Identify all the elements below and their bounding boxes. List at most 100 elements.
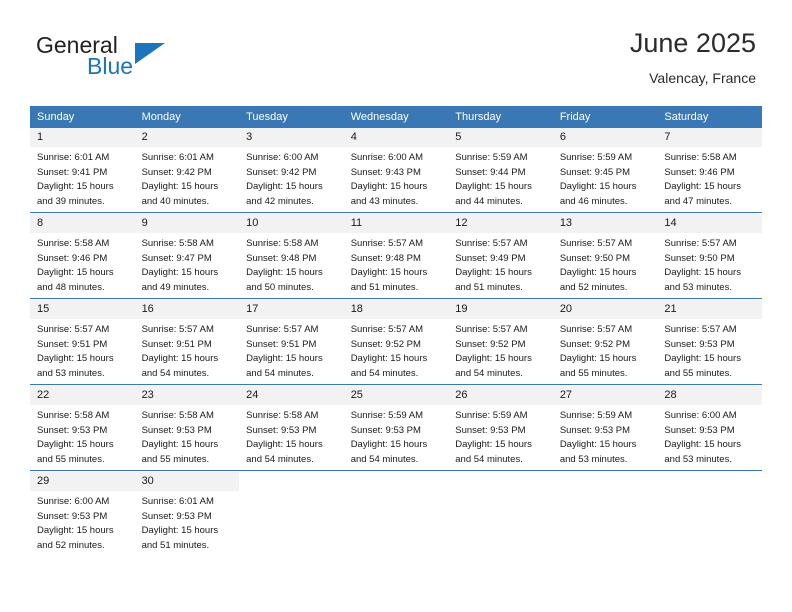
sunset-text: Sunset: 9:42 PM xyxy=(141,166,212,178)
daylight-text: Daylight: 15 hours and 51 minutes. xyxy=(141,525,219,551)
day-number: 3 xyxy=(239,128,344,147)
day-cell[interactable]: 4 Sunrise: 6:00 AM Sunset: 9:43 PM Daylight… xyxy=(343,128,449,213)
sunrise-text: Sunrise: 5:59 AM xyxy=(559,410,633,421)
daylight-text: Daylight: 15 hours and 53 minutes. xyxy=(664,439,741,465)
day-cell[interactable]: 25 Sunrise: 5:59 AM Sunset: 9:53 PM Dayligh… xyxy=(343,386,449,471)
calendar-body: 1 Sunrise: 6:01 AM Sunset: 9:41 PM Daylight… xyxy=(30,128,762,556)
day-cell[interactable]: 18 Sunrise: 5:57 AM Sunset: 9:52 PM Dayligh… xyxy=(343,300,449,385)
day-cell-empty xyxy=(344,472,449,556)
day-cell-empty xyxy=(239,472,344,556)
day-details: Sunrise: 5:59 AM Sunset: 9:53 PM Daylight:… xyxy=(344,405,449,467)
day-cell[interactable]: 11 Sunrise: 5:57 AM Sunset: 9:48 PM Dayligh… xyxy=(343,214,449,299)
day-number xyxy=(239,472,344,478)
day-number: 24 xyxy=(239,386,344,405)
day-cell[interactable]: 27 Sunrise: 5:59 AM Sunset: 9:53 PM Dayligh… xyxy=(552,386,658,471)
day-cell[interactable]: 17 Sunrise: 5:57 AM Sunset: 9:51 PM Dayligh… xyxy=(239,300,344,385)
day-number: 28 xyxy=(657,386,762,405)
day-details: Sunrise: 5:57 AM Sunset: 9:52 PM Daylight:… xyxy=(553,319,658,381)
day-cell[interactable]: 8 Sunrise: 5:58 AM Sunset: 9:46 PM Daylight… xyxy=(30,214,135,299)
sunset-text: Sunset: 9:53 PM xyxy=(246,424,317,436)
sunset-text: Sunset: 9:53 PM xyxy=(664,338,735,350)
day-number: 11 xyxy=(343,214,449,233)
daylight-text: Daylight: 15 hours and 50 minutes. xyxy=(246,267,323,293)
day-number xyxy=(553,472,658,478)
day-details: Sunrise: 5:57 AM Sunset: 9:52 PM Daylight:… xyxy=(448,319,553,381)
brand-logo[interactable]: General Blue xyxy=(36,32,246,94)
day-cell[interactable]: 22 Sunrise: 5:58 AM Sunset: 9:53 PM Dayligh… xyxy=(30,386,135,471)
daylight-text: Daylight: 15 hours and 48 minutes. xyxy=(37,267,114,293)
sunrise-text: Sunrise: 5:59 AM xyxy=(350,410,424,421)
day-cell[interactable]: 26 Sunrise: 5:59 AM Sunset: 9:53 PM Dayligh… xyxy=(448,386,553,471)
day-cell[interactable]: 14 Sunrise: 5:57 AM Sunset: 9:50 PM Dayligh… xyxy=(657,214,762,299)
sunset-text: Sunset: 9:51 PM xyxy=(37,338,108,350)
day-details: Sunrise: 5:57 AM Sunset: 9:51 PM Daylight:… xyxy=(30,319,135,381)
sunset-text: Sunset: 9:42 PM xyxy=(246,166,317,178)
day-number: 2 xyxy=(134,128,240,147)
sunset-text: Sunset: 9:53 PM xyxy=(37,510,108,522)
day-cell[interactable]: 20 Sunrise: 5:57 AM Sunset: 9:52 PM Dayligh… xyxy=(552,300,658,385)
sunrise-text: Sunrise: 6:00 AM xyxy=(664,410,737,421)
day-cell[interactable]: 15 Sunrise: 5:57 AM Sunset: 9:51 PM Dayligh… xyxy=(30,300,135,385)
day-cell[interactable]: 28 Sunrise: 6:00 AM Sunset: 9:53 PM Dayligh… xyxy=(657,386,762,471)
daylight-text: Daylight: 15 hours and 54 minutes. xyxy=(141,353,219,379)
day-cell[interactable]: 10 Sunrise: 5:58 AM Sunset: 9:48 PM Dayligh… xyxy=(239,214,344,299)
sunset-text: Sunset: 9:51 PM xyxy=(141,338,212,350)
day-number: 4 xyxy=(343,128,449,147)
day-cell[interactable]: 16 Sunrise: 5:57 AM Sunset: 9:51 PM Dayligh… xyxy=(134,300,240,385)
sunset-text: Sunset: 9:52 PM xyxy=(559,338,631,350)
weekday-header-friday: Friday xyxy=(552,106,658,128)
day-number: 18 xyxy=(343,300,449,319)
day-number: 8 xyxy=(30,214,135,233)
day-cell[interactable]: 3 Sunrise: 6:00 AM Sunset: 9:42 PM Daylight… xyxy=(239,128,344,213)
daylight-text: Daylight: 15 hours and 46 minutes. xyxy=(559,181,637,207)
sunset-text: Sunset: 9:50 PM xyxy=(559,252,631,264)
daylight-text: Daylight: 15 hours and 54 minutes. xyxy=(246,439,323,465)
day-cell[interactable]: 7 Sunrise: 5:58 AM Sunset: 9:46 PM Daylight… xyxy=(657,128,762,213)
day-details: Sunrise: 5:57 AM Sunset: 9:49 PM Daylight:… xyxy=(448,233,553,295)
day-details: Sunrise: 6:00 AM Sunset: 9:53 PM Daylight:… xyxy=(30,491,135,553)
day-cell[interactable]: 2 Sunrise: 6:01 AM Sunset: 9:42 PM Daylight… xyxy=(134,128,240,213)
sunrise-text: Sunrise: 5:58 AM xyxy=(141,410,214,421)
week-row: 1 Sunrise: 6:01 AM Sunset: 9:41 PM Daylight… xyxy=(30,128,762,213)
day-cell[interactable]: 5 Sunrise: 5:59 AM Sunset: 9:44 PM Daylight… xyxy=(448,128,553,213)
day-cell[interactable]: 24 Sunrise: 5:58 AM Sunset: 9:53 PM Dayligh… xyxy=(239,386,344,471)
day-details: Sunrise: 5:58 AM Sunset: 9:48 PM Daylight:… xyxy=(239,233,344,295)
day-cell[interactable]: 21 Sunrise: 5:57 AM Sunset: 9:53 PM Dayligh… xyxy=(657,300,762,385)
day-number: 22 xyxy=(30,386,135,405)
day-cell[interactable]: 1 Sunrise: 6:01 AM Sunset: 9:41 PM Daylight… xyxy=(30,128,135,213)
sunset-text: Sunset: 9:52 PM xyxy=(455,338,526,350)
day-details: Sunrise: 6:00 AM Sunset: 9:43 PM Daylight:… xyxy=(344,147,449,209)
day-details: Sunrise: 5:57 AM Sunset: 9:53 PM Daylight:… xyxy=(657,319,762,381)
daylight-text: Daylight: 15 hours and 51 minutes. xyxy=(350,267,428,293)
day-details: Sunrise: 5:58 AM Sunset: 9:53 PM Daylight:… xyxy=(30,405,135,467)
day-cell[interactable]: 12 Sunrise: 5:57 AM Sunset: 9:49 PM Dayligh… xyxy=(448,214,553,299)
day-number: 9 xyxy=(134,214,240,233)
day-number: 16 xyxy=(134,300,240,319)
day-number: 23 xyxy=(134,386,240,405)
daylight-text: Daylight: 15 hours and 52 minutes. xyxy=(559,267,637,293)
sunrise-text: Sunrise: 5:57 AM xyxy=(246,324,319,335)
sunset-text: Sunset: 9:53 PM xyxy=(350,424,421,436)
day-cell[interactable]: 19 Sunrise: 5:57 AM Sunset: 9:52 PM Dayligh… xyxy=(448,300,553,385)
day-cell[interactable]: 30 Sunrise: 6:01 AM Sunset: 9:53 PM Dayligh… xyxy=(134,472,240,556)
day-cell[interactable]: 9 Sunrise: 5:58 AM Sunset: 9:47 PM Daylight… xyxy=(134,214,240,299)
day-cell[interactable]: 6 Sunrise: 5:59 AM Sunset: 9:45 PM Daylight… xyxy=(552,128,658,213)
day-number: 19 xyxy=(448,300,553,319)
calendar-head: Sunday Monday Tuesday Wednesday Thursday… xyxy=(30,106,762,128)
weekday-header-tuesday: Tuesday xyxy=(239,106,344,128)
day-cell[interactable]: 29 Sunrise: 6:00 AM Sunset: 9:53 PM Dayligh… xyxy=(30,472,135,556)
day-details: Sunrise: 5:59 AM Sunset: 9:45 PM Daylight:… xyxy=(553,147,658,209)
day-cell[interactable]: 13 Sunrise: 5:57 AM Sunset: 9:50 PM Dayligh… xyxy=(552,214,658,299)
sunrise-text: Sunrise: 6:01 AM xyxy=(141,152,214,163)
day-number: 6 xyxy=(552,128,658,147)
sunset-text: Sunset: 9:52 PM xyxy=(350,338,421,350)
sunrise-text: Sunrise: 5:58 AM xyxy=(37,238,110,249)
day-cell[interactable]: 23 Sunrise: 5:58 AM Sunset: 9:53 PM Dayligh… xyxy=(134,386,240,471)
sunrise-text: Sunrise: 5:58 AM xyxy=(246,410,319,421)
weekday-header-wednesday: Wednesday xyxy=(343,106,449,128)
location-subtitle: Valencay, France xyxy=(649,70,756,86)
week-row: 22 Sunrise: 5:58 AM Sunset: 9:53 PM Dayligh… xyxy=(30,386,762,471)
sunset-text: Sunset: 9:53 PM xyxy=(559,424,631,436)
sunrise-text: Sunrise: 5:58 AM xyxy=(141,238,214,249)
sunset-text: Sunset: 9:41 PM xyxy=(37,166,108,178)
